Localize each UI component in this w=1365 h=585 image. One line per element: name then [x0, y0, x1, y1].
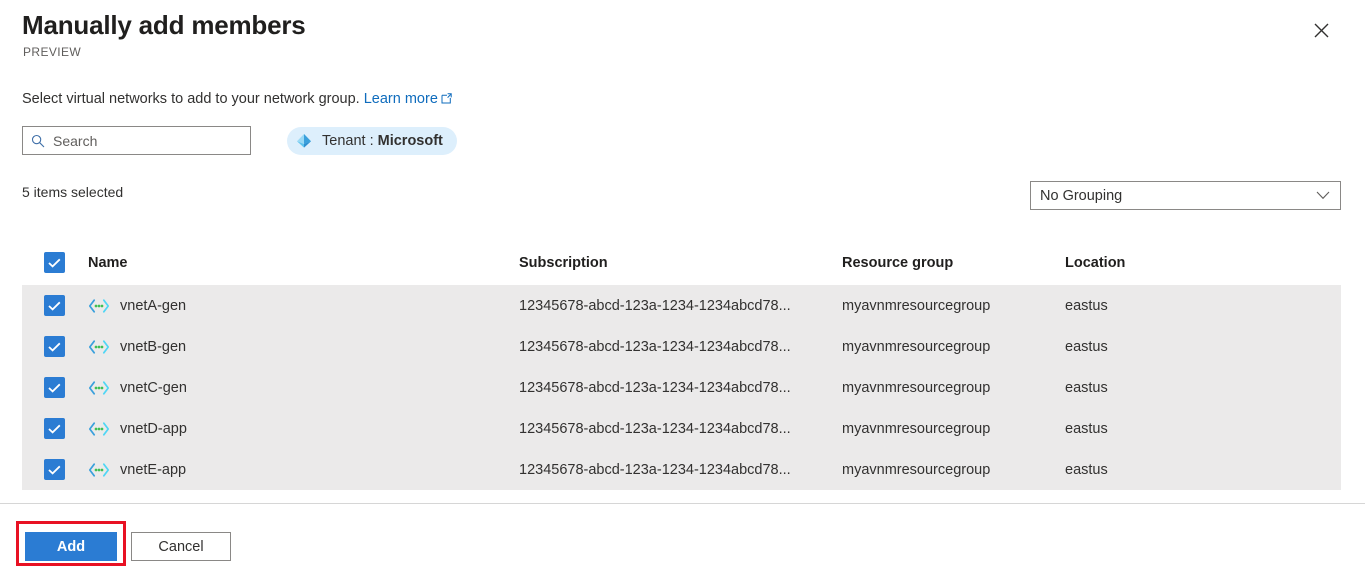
cell-resource-group: myavnmresourcegroup — [842, 297, 991, 314]
cell-name: vnetD-app — [88, 421, 519, 437]
cell-location: eastus — [1065, 420, 1108, 437]
cell-location: eastus — [1065, 338, 1108, 355]
manually-add-members-blade: Manually add members PREVIEW Select virt… — [0, 0, 1365, 585]
description-label: Select virtual networks to add to your n… — [22, 91, 360, 107]
row-checkbox-cell — [22, 459, 88, 480]
footer-bar: Add Cancel — [0, 504, 1365, 585]
learn-more-label: Learn more — [363, 91, 438, 107]
close-icon[interactable] — [1307, 16, 1335, 44]
add-button[interactable]: Add — [25, 532, 117, 561]
tenant-filter-label: Tenant : Microsoft — [322, 133, 443, 149]
row-checkbox[interactable] — [44, 377, 65, 398]
search-icon — [31, 134, 45, 148]
table-row[interactable]: vnetE-app 12345678-abcd-123a-1234-1234abc… — [22, 449, 1341, 490]
cell-name: vnetB-gen — [88, 339, 519, 355]
row-checkbox[interactable] — [44, 336, 65, 357]
row-checkbox-cell — [22, 295, 88, 316]
grouping-value: No Grouping — [1040, 187, 1123, 204]
cell-name: vnetA-gen — [88, 298, 519, 314]
cell-subscription: 12345678-abcd-123a-1234-1234abcd78... — [519, 379, 791, 396]
row-name-label: vnetE-app — [120, 461, 187, 478]
cell-resource-group: myavnmresourcegroup — [842, 420, 991, 437]
tenant-value: Microsoft — [377, 133, 443, 149]
cell-name: vnetC-gen — [88, 380, 519, 396]
page-title: Manually add members — [22, 10, 306, 40]
row-checkbox-cell — [22, 377, 88, 398]
row-name-label: vnetA-gen — [120, 297, 187, 314]
row-checkbox[interactable] — [44, 295, 65, 316]
cell-location: eastus — [1065, 297, 1108, 314]
select-all-cell — [22, 252, 88, 273]
table-row[interactable]: vnetA-gen 12345678-abcd-123a-1234-1234abc… — [22, 285, 1341, 326]
grouping-dropdown[interactable]: No Grouping — [1030, 181, 1341, 210]
search-input[interactable] — [53, 132, 242, 149]
cell-subscription: 12345678-abcd-123a-1234-1234abcd78... — [519, 461, 791, 478]
table-row[interactable]: vnetB-gen 12345678-abcd-123a-1234-1234abc… — [22, 326, 1341, 367]
cell-resource-group: myavnmresourcegroup — [842, 379, 991, 396]
virtual-network-icon — [88, 298, 110, 314]
cell-location: eastus — [1065, 379, 1108, 396]
tenant-filter-pill[interactable]: Tenant : Microsoft — [287, 127, 457, 155]
cell-subscription: 12345678-abcd-123a-1234-1234abcd78... — [519, 297, 791, 314]
table-row[interactable]: vnetC-gen 12345678-abcd-123a-1234-1234abc… — [22, 367, 1341, 408]
row-name-label: vnetB-gen — [120, 338, 187, 355]
row-name-label: vnetC-gen — [120, 379, 187, 396]
chevron-down-icon — [1316, 191, 1330, 200]
table-row[interactable]: vnetD-app 12345678-abcd-123a-1234-1234abc… — [22, 408, 1341, 449]
learn-more-link[interactable]: Learn more — [364, 91, 452, 107]
preview-badge: PREVIEW — [23, 45, 82, 59]
virtual-network-icon — [88, 421, 110, 437]
cancel-button[interactable]: Cancel — [131, 532, 231, 561]
cell-resource-group: myavnmresourcegroup — [842, 338, 991, 355]
cell-subscription: 12345678-abcd-123a-1234-1234abcd78... — [519, 338, 791, 355]
row-checkbox[interactable] — [44, 459, 65, 480]
external-link-icon — [441, 90, 452, 110]
select-all-checkbox[interactable] — [44, 252, 65, 273]
row-name-label: vnetD-app — [120, 420, 187, 437]
description-text: Select virtual networks to add to your n… — [22, 89, 452, 110]
tenant-icon — [295, 132, 313, 150]
table-header-row: Name Subscription Resource group Locatio… — [22, 240, 1341, 285]
tenant-prefix: Tenant : — [322, 133, 378, 149]
virtual-network-icon — [88, 339, 110, 355]
virtual-network-icon — [88, 380, 110, 396]
selection-summary: 5 items selected — [22, 184, 124, 200]
table-body: vnetA-gen 12345678-abcd-123a-1234-1234abc… — [22, 285, 1341, 490]
column-header-location[interactable]: Location — [1065, 255, 1341, 271]
column-header-name[interactable]: Name — [88, 255, 519, 271]
cell-resource-group: myavnmresourcegroup — [842, 461, 991, 478]
column-header-resource-group[interactable]: Resource group — [842, 255, 1065, 271]
cell-location: eastus — [1065, 461, 1108, 478]
virtual-network-icon — [88, 462, 110, 478]
members-table: Name Subscription Resource group Locatio… — [22, 240, 1341, 490]
cell-subscription: 12345678-abcd-123a-1234-1234abcd78... — [519, 420, 791, 437]
search-box[interactable] — [22, 126, 251, 155]
row-checkbox-cell — [22, 336, 88, 357]
column-header-subscription[interactable]: Subscription — [519, 255, 842, 271]
row-checkbox-cell — [22, 418, 88, 439]
row-checkbox[interactable] — [44, 418, 65, 439]
cell-name: vnetE-app — [88, 462, 519, 478]
